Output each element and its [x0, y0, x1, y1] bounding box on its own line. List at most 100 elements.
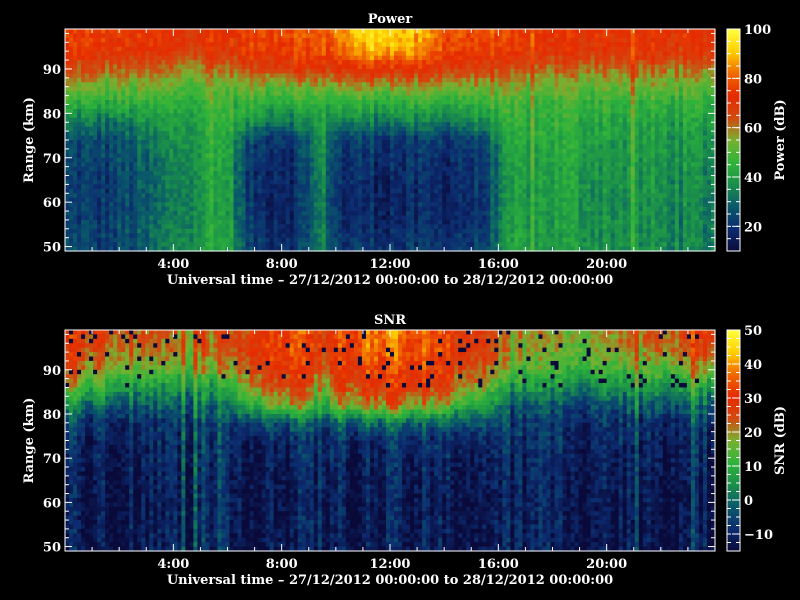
heatmap-cell: [630, 100, 636, 106]
heatmap-cell: [161, 153, 166, 159]
heatmap-cell: [586, 68, 592, 74]
heatmap-cell: [662, 46, 668, 52]
heatmap-cell: [406, 162, 411, 168]
heatmap-cell: [582, 37, 588, 43]
heatmap-cell: [498, 37, 503, 43]
heatmap-cell: [205, 86, 211, 92]
heatmap-cell: [658, 117, 664, 123]
heatmap-cell: [586, 64, 592, 70]
heatmap-cell: [189, 29, 194, 35]
heatmap-cell: [542, 95, 548, 101]
heatmap-cell: [97, 42, 102, 48]
heatmap-cell: [377, 42, 383, 48]
heatmap-cell: [390, 95, 395, 101]
heatmap-cell: [181, 86, 186, 92]
heatmap-cell: [69, 73, 74, 79]
heatmap-cell: [438, 55, 443, 61]
heatmap-cell: [97, 37, 102, 43]
heatmap-cell: [117, 46, 122, 52]
heatmap-cell: [241, 55, 247, 61]
heatmap-cell: [81, 95, 86, 101]
heatmap-cell: [105, 113, 110, 119]
heatmap-cell: [353, 29, 359, 35]
heatmap-cell: [369, 77, 375, 83]
heatmap-cell: [225, 60, 231, 66]
heatmap-cell: [462, 42, 467, 48]
heatmap-cell: [654, 29, 660, 35]
heatmap-cell: [105, 51, 110, 57]
heatmap-cell: [406, 135, 411, 141]
heatmap-cell: [434, 73, 439, 79]
heatmap-cell: [197, 51, 203, 57]
heatmap-cell: [494, 108, 499, 114]
heatmap-cell: [361, 73, 367, 79]
heatmap-cell: [301, 135, 307, 141]
heatmap-cell: [81, 148, 86, 154]
heatmap-cell: [213, 29, 219, 35]
heatmap-cell: [173, 122, 178, 128]
heatmap-cell: [377, 82, 383, 88]
heatmap-cell: [674, 77, 680, 83]
heatmap-cell: [157, 100, 162, 106]
heatmap-cell: [570, 162, 576, 168]
heatmap-cell: [145, 37, 150, 43]
heatmap-cell: [658, 126, 664, 132]
heatmap-cell: [494, 73, 499, 79]
heatmap-cell: [394, 77, 399, 83]
heatmap-cell: [269, 140, 275, 146]
heatmap-cell: [309, 73, 315, 79]
heatmap-cell: [145, 131, 150, 137]
heatmap-cell: [281, 42, 287, 48]
heatmap-cell: [121, 64, 126, 70]
heatmap-cell: [153, 162, 158, 168]
heatmap-cell: [646, 100, 652, 106]
heatmap-cell: [670, 113, 676, 119]
heatmap-cell: [566, 73, 572, 79]
heatmap-cell: [313, 64, 319, 70]
heatmap-cell: [634, 122, 640, 128]
heatmap-cell: [562, 153, 568, 159]
heatmap-cell: [333, 86, 339, 92]
heatmap-cell: [530, 55, 536, 61]
heatmap-cell: [582, 108, 588, 114]
heatmap-cell: [690, 91, 696, 97]
heatmap-cell: [670, 60, 676, 66]
heatmap-cell: [381, 144, 387, 150]
heatmap-cell: [518, 144, 524, 150]
heatmap-cell: [534, 104, 540, 110]
heatmap-cell: [73, 51, 78, 57]
heatmap-cell: [89, 95, 94, 101]
heatmap-cell: [574, 157, 580, 163]
heatmap-cell: [369, 122, 375, 128]
heatmap-cell: [197, 140, 203, 146]
heatmap-cell: [129, 157, 134, 163]
heatmap-cell: [157, 108, 162, 114]
heatmap-cell: [233, 135, 239, 141]
heatmap-cell: [201, 131, 207, 137]
heatmap-cell: [602, 135, 608, 141]
heatmap-cell: [606, 64, 612, 70]
heatmap-cell: [253, 148, 259, 154]
heatmap-cell: [570, 117, 576, 123]
heatmap-cell: [642, 95, 648, 101]
heatmap-cell: [406, 122, 411, 128]
heatmap-cell: [129, 55, 134, 61]
heatmap-cell: [390, 157, 395, 163]
heatmap-cell: [361, 46, 367, 52]
heatmap-cell: [614, 29, 620, 35]
heatmap-cell: [89, 135, 94, 141]
heatmap-cell: [458, 148, 463, 154]
heatmap-cell: [510, 148, 515, 154]
heatmap-cell: [149, 37, 154, 43]
heatmap-cell: [702, 131, 708, 137]
heatmap-cell: [558, 33, 564, 39]
heatmap-cell: [301, 126, 307, 132]
heatmap-cell: [309, 104, 315, 110]
heatmap-cell: [434, 33, 439, 39]
heatmap-cell: [402, 60, 407, 66]
heatmap-cell: [526, 91, 532, 97]
heatmap-cell: [93, 60, 98, 66]
heatmap-cell: [285, 126, 291, 132]
heatmap-cell: [117, 100, 122, 106]
heatmap-cell: [237, 55, 243, 61]
